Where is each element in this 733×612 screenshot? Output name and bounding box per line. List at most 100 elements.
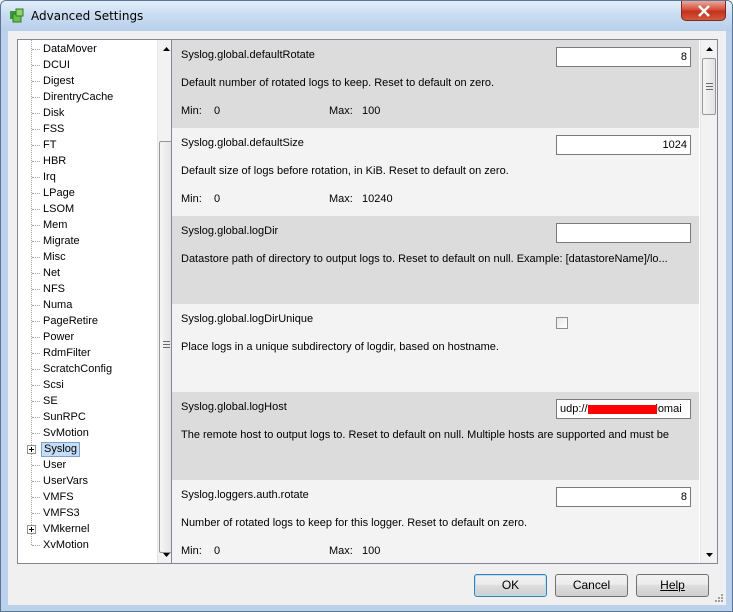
settings-scrollbar[interactable] [700,40,717,563]
scroll-up-arrow[interactable] [701,40,718,57]
tree-list: DataMover DCUI Digest DirentryCache Disk FSS F… [18,40,157,563]
ok-button[interactable]: OK [474,574,547,597]
tree-item[interactable]: Misc [18,249,157,265]
setting-description: Default size of logs before rotation, in… [181,165,509,177]
expand-plus-icon[interactable] [27,525,36,534]
tree-connector [32,481,40,482]
tree-item-label: RdmFilter [43,347,91,359]
max-value: 100 [362,545,381,557]
tree-item[interactable]: Numa [18,297,157,313]
tree-item[interactable]: RdmFilter [18,345,157,361]
tree-connector [32,65,40,66]
tree-item[interactable]: FSS [18,121,157,137]
tree-connector [32,417,40,418]
settings-tree[interactable]: DataMover DCUI Digest DirentryCache Disk FSS F… [17,39,175,564]
max-value: 100 [362,105,381,117]
setting-value-input[interactable] [556,47,691,67]
setting-checkbox[interactable] [556,317,568,329]
settings-scroll-thumb[interactable] [702,58,716,115]
max-value: 10240 [362,193,393,205]
tree-item[interactable]: HBR [18,153,157,169]
setting-row: Syslog.global.defaultRotate Default numb… [172,40,699,128]
tree-item-label: UserVars [43,475,89,487]
tree-connector [32,305,40,306]
tree-item[interactable]: XvMotion [18,537,157,553]
tree-item[interactable]: Digest [18,73,157,89]
tree-connector [32,289,40,290]
close-button[interactable] [681,1,726,21]
setting-description: Datastore path of directory to output lo… [181,253,668,265]
tree-item[interactable]: VMFS3 [18,505,157,521]
tree-item[interactable]: LPage [18,185,157,201]
settings-list: Syslog.global.defaultRotate Default numb… [172,40,699,563]
expand-plus-icon[interactable] [27,445,36,454]
tree-item[interactable]: LSOM [18,201,157,217]
setting-row: Syslog.global.logDir Datastore path of d… [172,216,699,304]
redaction-mark [588,405,657,414]
tree-item-label: HBR [43,155,67,167]
tree-item-label: Scsi [43,379,64,391]
tree-connector [32,369,40,370]
tree-connector [32,401,40,402]
tree-item[interactable]: PageRetire [18,313,157,329]
min-value: 0 [214,105,221,117]
tree-connector [32,497,40,498]
min-label: Min: [181,545,202,557]
tree-connector [32,353,40,354]
setting-row: Syslog.global.logDirUnique Place logs in… [172,304,699,392]
tree-item[interactable]: VMkernel [18,521,157,537]
tree-item[interactable]: SvMotion [18,425,157,441]
scroll-down-arrow[interactable] [701,546,718,563]
tree-connector [32,145,40,146]
tree-item-label: DCUI [43,59,70,71]
tree-connector [32,209,40,210]
tree-item[interactable]: FT [18,137,157,153]
tree-item[interactable]: Migrate [18,233,157,249]
tree-item[interactable]: UserVars [18,473,157,489]
tree-item-label: NFS [43,283,65,295]
arrow-up-icon [163,46,170,51]
tree-item-label: Power [43,331,75,343]
tree-item[interactable]: SunRPC [18,409,157,425]
arrow-down-icon [163,552,170,557]
tree-item-label: Net [43,267,61,279]
tree-item[interactable]: VMFS [18,489,157,505]
tree-item[interactable]: DCUI [18,57,157,73]
settings-detail-panel[interactable]: Syslog.global.defaultRotate Default numb… [171,39,718,564]
vsphere-logo-icon [10,8,24,23]
tree-item[interactable]: SE [18,393,157,409]
tree-item[interactable]: DirentryCache [18,89,157,105]
close-icon [698,5,710,17]
setting-row: Syslog.global.defaultSize Default size o… [172,128,699,216]
tree-item[interactable]: ScratchConfig [18,361,157,377]
arrow-up-icon [706,46,713,51]
setting-value-input[interactable] [556,487,691,507]
tree-item[interactable]: Net [18,265,157,281]
cancel-button[interactable]: Cancel [555,574,628,597]
tree-item[interactable]: Mem [18,217,157,233]
setting-value-input[interactable] [556,223,691,243]
tree-item[interactable]: Irq [18,169,157,185]
tree-item[interactable]: NFS [18,281,157,297]
tree-item-label: Digest [43,75,75,87]
tree-item-label: Mem [43,219,68,231]
tree-item[interactable]: Scsi [18,377,157,393]
title-bar[interactable]: Advanced Settings [1,1,732,31]
max-label: Max: [329,545,353,557]
help-button[interactable]: Help [636,574,709,597]
tree-connector [32,385,40,386]
tree-connector [32,97,40,98]
tree-item[interactable]: Power [18,329,157,345]
tree-item-label: Misc [43,251,66,263]
setting-description: Default number of rotated logs to keep. … [181,77,495,89]
tree-item-label: SvMotion [43,427,89,439]
tree-connector [32,337,40,338]
resize-grip-icon[interactable] [713,592,724,603]
tree-item[interactable]: User [18,457,157,473]
setting-value-input[interactable] [556,135,691,155]
tree-item[interactable]: Disk [18,105,157,121]
tree-item[interactable]: DataMover [18,41,157,57]
tree-item-label: Disk [43,107,65,119]
grip-icon [163,341,170,348]
tree-item[interactable]: Syslog [18,441,157,457]
